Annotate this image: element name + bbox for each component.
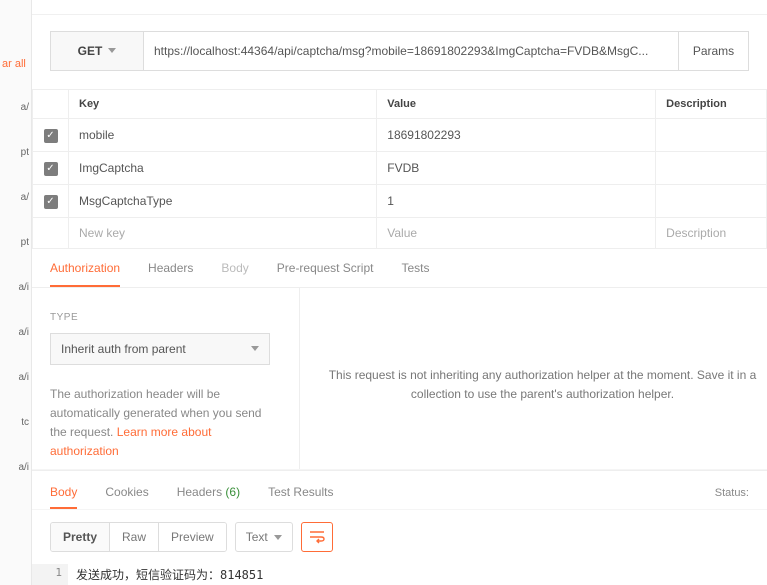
view-mode-group: Pretty Raw Preview <box>50 522 227 552</box>
tab-authorization[interactable]: Authorization <box>50 261 120 287</box>
auth-type-label: TYPE <box>50 312 281 323</box>
format-dropdown[interactable]: Text <box>235 522 293 552</box>
param-desc[interactable] <box>656 118 767 151</box>
checkbox[interactable]: ✓ <box>44 162 58 176</box>
param-row: ✓ MsgCaptchaType 1 <box>33 184 767 217</box>
resp-tab-headers[interactable]: Headers (6) <box>177 477 240 509</box>
auth-description: The authorization header will be automat… <box>50 385 281 462</box>
history-item[interactable]: pt <box>0 235 31 250</box>
param-value[interactable]: 18691802293 <box>377 118 656 151</box>
pretty-button[interactable]: Pretty <box>51 523 110 551</box>
chevron-down-icon <box>251 346 259 351</box>
line-number: 1 <box>32 564 68 585</box>
auth-section: TYPE Inherit auth from parent The author… <box>32 288 767 469</box>
chevron-down-icon <box>274 535 282 540</box>
tab-headers[interactable]: Headers <box>148 261 193 287</box>
history-item[interactable]: a/i <box>0 460 31 475</box>
desc-header: Description <box>656 89 767 118</box>
params-table: Key Value Description ✓ mobile 186918022… <box>32 89 767 249</box>
response-toolbar: Pretty Raw Preview Text <box>32 509 767 564</box>
history-item[interactable]: pt <box>0 145 31 160</box>
top-row <box>32 0 767 15</box>
value-header: Value <box>377 89 656 118</box>
response-content[interactable]: 发送成功，短信验证码为：814851 <box>68 564 271 585</box>
chevron-down-icon <box>108 48 116 53</box>
param-desc-input[interactable]: Description <box>656 217 767 248</box>
param-row-new: New key Value Description <box>33 217 767 248</box>
param-value[interactable]: FVDB <box>377 151 656 184</box>
checkbox[interactable]: ✓ <box>44 195 58 209</box>
checkbox[interactable]: ✓ <box>44 129 58 143</box>
param-value[interactable]: 1 <box>377 184 656 217</box>
checkbox-header <box>33 89 69 118</box>
resp-tab-body[interactable]: Body <box>50 477 77 509</box>
clear-all-link[interactable]: ar all <box>0 54 31 70</box>
key-header: Key <box>69 89 377 118</box>
resp-tab-testresults[interactable]: Test Results <box>268 477 333 509</box>
param-key[interactable]: mobile <box>69 118 377 151</box>
tab-body[interactable]: Body <box>221 261 248 287</box>
wrap-icon <box>309 530 325 544</box>
request-tabs: Authorization Headers Body Pre-request S… <box>32 249 767 288</box>
history-item[interactable]: a/ <box>0 100 31 115</box>
url-input[interactable]: https://localhost:44364/api/captcha/msg?… <box>144 31 679 71</box>
raw-button[interactable]: Raw <box>110 523 159 551</box>
params-button[interactable]: Params <box>679 31 749 71</box>
status-label: Status: <box>715 487 749 499</box>
method-dropdown[interactable]: GET <box>50 31 144 71</box>
param-key[interactable]: MsgCaptchaType <box>69 184 377 217</box>
response-tabs-row: Body Cookies Headers (6) Test Results St… <box>32 470 767 509</box>
main-panel: GET https://localhost:44364/api/captcha/… <box>32 0 767 585</box>
wrap-lines-button[interactable] <box>301 522 333 552</box>
auth-left: TYPE Inherit auth from parent The author… <box>32 288 300 469</box>
history-item[interactable]: a/i <box>0 325 31 340</box>
param-desc[interactable] <box>656 184 767 217</box>
method-label: GET <box>78 44 103 58</box>
left-sidebar: ar all a/ pt a/ pt a/i a/i a/i tc a/i <box>0 0 32 585</box>
history-item[interactable]: a/i <box>0 370 31 385</box>
param-key-input[interactable]: New key <box>69 217 377 248</box>
auth-right-message: This request is not inheriting any autho… <box>300 288 767 469</box>
history-item[interactable]: a/i <box>0 280 31 295</box>
auth-type-select[interactable]: Inherit auth from parent <box>50 333 270 365</box>
response-body: 1 发送成功，短信验证码为：814851 <box>32 564 767 585</box>
auth-select-value: Inherit auth from parent <box>61 342 186 356</box>
param-value-input[interactable]: Value <box>377 217 656 248</box>
history-item[interactable]: tc <box>0 415 31 430</box>
param-row: ✓ ImgCaptcha FVDB <box>33 151 767 184</box>
tab-prerequest[interactable]: Pre-request Script <box>277 261 374 287</box>
preview-button[interactable]: Preview <box>159 523 226 551</box>
param-key[interactable]: ImgCaptcha <box>69 151 377 184</box>
param-row: ✓ mobile 18691802293 <box>33 118 767 151</box>
tab-tests[interactable]: Tests <box>401 261 429 287</box>
param-desc[interactable] <box>656 151 767 184</box>
method-url-row: GET https://localhost:44364/api/captcha/… <box>32 15 767 89</box>
resp-tab-cookies[interactable]: Cookies <box>105 477 148 509</box>
history-item[interactable]: a/ <box>0 190 31 205</box>
